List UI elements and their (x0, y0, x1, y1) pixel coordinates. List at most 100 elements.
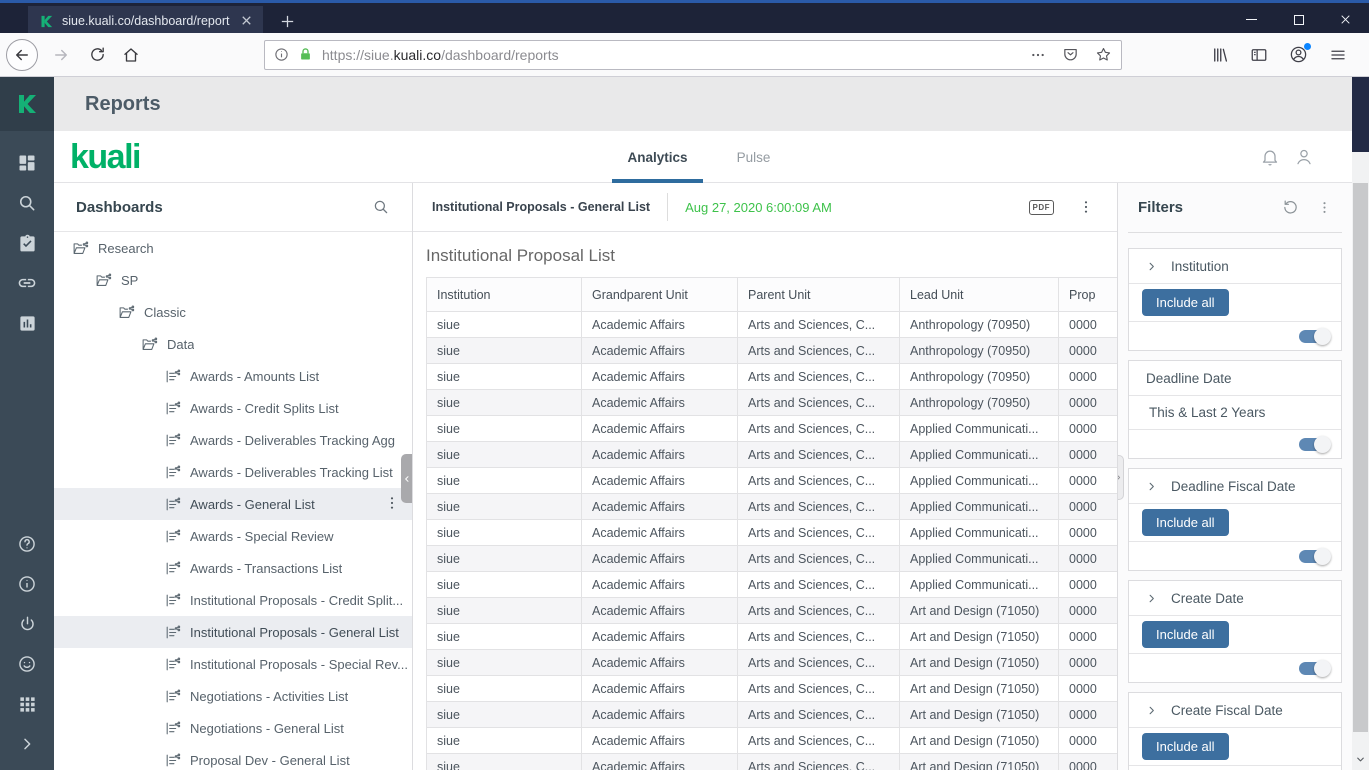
home-button[interactable] (116, 46, 146, 64)
table-row[interactable]: siue Academic Affairs Arts and Sciences, C… (426, 519, 1117, 546)
include-all-button[interactable]: Include all (1142, 289, 1229, 316)
table-row[interactable]: siue Academic Affairs Arts and Sciences, C… (426, 753, 1117, 770)
tree-item[interactable]: Awards - Transactions List (54, 552, 412, 584)
tab-pulse[interactable]: Pulse (705, 131, 802, 183)
pocket-icon[interactable] (1062, 46, 1079, 63)
page-info-icon[interactable] (274, 47, 289, 62)
table-row[interactable]: siue Academic Affairs Arts and Sciences, C… (426, 415, 1117, 442)
filter-toggle[interactable] (1299, 435, 1331, 453)
page-actions-icon[interactable] (1030, 47, 1046, 63)
table-row[interactable]: siue Academic Affairs Arts and Sciences, C… (426, 337, 1117, 364)
tree-item[interactable]: Awards - Credit Splits List (54, 392, 412, 424)
reload-button[interactable] (82, 46, 112, 63)
user-profile-icon[interactable] (1294, 147, 1314, 167)
info-icon[interactable] (0, 564, 54, 604)
tree-item-menu-kebab-icon[interactable] (384, 495, 400, 511)
tree-item[interactable]: Awards - Deliverables Tracking List (54, 456, 412, 488)
dashboards-search-icon[interactable] (372, 198, 390, 216)
include-all-button[interactable]: Include all (1142, 733, 1229, 760)
tasks-clipboard-icon[interactable] (0, 223, 54, 263)
https-lock-icon[interactable] (298, 47, 313, 62)
collapse-tree-panel-handle[interactable] (401, 454, 412, 503)
window-close-button[interactable] (1322, 3, 1369, 36)
table-row[interactable]: siue Academic Affairs Arts and Sciences, C… (426, 571, 1117, 598)
include-all-button[interactable]: Include all (1142, 509, 1229, 536)
table-row[interactable]: siue Academic Affairs Arts and Sciences, C… (426, 493, 1117, 520)
tree-item[interactable]: Negotiations - Activities List (54, 680, 412, 712)
sidebar-toggle-icon[interactable] (1250, 46, 1268, 64)
table-row[interactable]: siue Academic Affairs Arts and Sciences, C… (426, 727, 1117, 754)
table-row[interactable]: siue Academic Affairs Arts and Sciences, C… (426, 545, 1117, 572)
filter-card-header[interactable]: Create Fiscal Date (1129, 693, 1341, 727)
collapse-filters-panel-handle[interactable] (1118, 455, 1124, 500)
table-row[interactable]: siue Academic Affairs Arts and Sciences, C… (426, 649, 1117, 676)
url-input[interactable]: https://siue.kuali.co/dashboard/reports (264, 39, 1122, 70)
tab-analytics[interactable]: Analytics (610, 131, 705, 183)
filter-card-header[interactable]: Deadline Date (1129, 361, 1341, 395)
link-icon[interactable] (0, 263, 54, 303)
kuali-logo-mark[interactable] (0, 77, 54, 131)
column-header[interactable]: Lead Unit (899, 277, 1059, 312)
tree-item[interactable]: Research (54, 232, 412, 264)
tree-item[interactable]: Institutional Proposals - General List (54, 616, 412, 648)
window-minimize-button[interactable] (1228, 3, 1275, 36)
window-maximize-button[interactable] (1275, 3, 1322, 36)
back-button[interactable] (6, 38, 38, 71)
table-row[interactable]: siue Academic Affairs Arts and Sciences, C… (426, 389, 1117, 416)
report-timestamp[interactable]: Aug 27, 2020 6:00:09 AM (685, 200, 832, 215)
filter-toggle[interactable] (1299, 547, 1331, 565)
report-menu-kebab-icon[interactable] (1078, 199, 1094, 215)
include-all-button[interactable]: Include all (1142, 621, 1229, 648)
table-row[interactable]: siue Academic Affairs Arts and Sciences, C… (426, 467, 1117, 494)
table-row[interactable]: siue Academic Affairs Arts and Sciences, C… (426, 311, 1117, 338)
column-header[interactable]: Prop (1058, 277, 1117, 312)
library-icon[interactable] (1211, 46, 1229, 64)
tree-item[interactable]: Awards - General List (54, 488, 412, 520)
help-icon[interactable] (0, 524, 54, 564)
table-row[interactable]: siue Academic Affairs Arts and Sciences, C… (426, 701, 1117, 728)
column-header[interactable]: Grandparent Unit (581, 277, 738, 312)
search-icon[interactable] (0, 183, 54, 223)
table-row[interactable]: siue Academic Affairs Arts and Sciences, C… (426, 597, 1117, 624)
notifications-bell-icon[interactable] (1260, 147, 1280, 167)
apps-grid-icon[interactable] (0, 684, 54, 724)
expand-sidebar-chevron-icon[interactable] (0, 724, 54, 764)
dashboard-icon[interactable] (0, 143, 54, 183)
tree-item[interactable]: Data (54, 328, 412, 360)
tree-item[interactable]: Institutional Proposals - Special Rev... (54, 648, 412, 680)
column-header[interactable]: Parent Unit (737, 277, 900, 312)
filter-toggle[interactable] (1299, 327, 1331, 345)
account-icon[interactable] (1289, 43, 1311, 64)
bookmark-star-icon[interactable] (1095, 46, 1112, 63)
table-row[interactable]: siue Academic Affairs Arts and Sciences, C… (426, 363, 1117, 390)
filters-menu-kebab-icon[interactable] (1317, 200, 1332, 215)
scroll-down-arrow-icon[interactable] (1355, 754, 1366, 765)
feedback-face-icon[interactable] (0, 644, 54, 684)
table-row[interactable]: siue Academic Affairs Arts and Sciences, C… (426, 675, 1117, 702)
filter-toggle[interactable] (1299, 659, 1331, 677)
tree-item[interactable]: Institutional Proposals - Credit Split..… (54, 584, 412, 616)
page-scrollbar[interactable] (1352, 152, 1369, 770)
tree-item[interactable]: Awards - Special Review (54, 520, 412, 552)
tree-item[interactable]: Awards - Deliverables Tracking Agg (54, 424, 412, 456)
new-tab-button[interactable] (270, 6, 304, 36)
tree-item[interactable]: Awards - Amounts List (54, 360, 412, 392)
tree-item[interactable]: Classic (54, 296, 412, 328)
scrollbar-thumb[interactable] (1353, 183, 1368, 732)
menu-hamburger-icon[interactable] (1329, 46, 1347, 64)
tree-item[interactable]: Negotiations - General List (54, 712, 412, 744)
forward-button[interactable] (46, 46, 76, 64)
filter-card-header[interactable]: Create Date (1129, 581, 1341, 615)
table-row[interactable]: siue Academic Affairs Arts and Sciences, C… (426, 623, 1117, 650)
tree-item[interactable]: SP (54, 264, 412, 296)
tab-close-icon[interactable] (239, 13, 255, 29)
bar-chart-icon[interactable] (0, 303, 54, 343)
logout-power-icon[interactable] (0, 604, 54, 644)
browser-tab[interactable]: siue.kuali.co/dashboard/report (28, 6, 263, 36)
column-header[interactable]: Institution (426, 277, 582, 312)
pdf-export-button[interactable]: PDF (1028, 199, 1054, 215)
tree-item[interactable]: Proposal Dev - General List (54, 744, 412, 770)
filter-card-header[interactable]: Institution (1129, 249, 1341, 283)
filter-card-header[interactable]: Deadline Fiscal Date (1129, 469, 1341, 503)
reset-filters-icon[interactable] (1282, 199, 1299, 216)
